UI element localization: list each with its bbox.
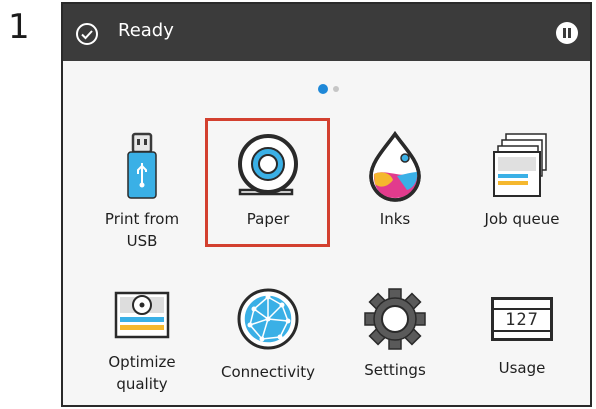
tile-print-from-usb[interactable]: Print from USB: [78, 130, 206, 252]
label-line: Job queue: [484, 210, 560, 228]
page-dot-inactive[interactable]: [333, 86, 339, 92]
ink-drop-icon: [369, 130, 421, 202]
label-line: Paper: [246, 210, 290, 228]
step-number: 1: [8, 7, 30, 47]
label-line: Settings: [364, 361, 426, 379]
globe-network-icon: [237, 288, 299, 350]
counter-icon: 127: [491, 297, 553, 341]
tile-label: Optimize quality: [78, 351, 206, 395]
check-circle-icon: [76, 23, 98, 45]
tile-connectivity[interactable]: Connectivity: [204, 287, 332, 383]
tile-label: Connectivity: [204, 361, 332, 383]
label-line: Optimize quality: [108, 353, 176, 393]
tile-paper[interactable]: Paper: [204, 130, 332, 230]
tile-usage[interactable]: 127 Usage: [458, 287, 586, 379]
job-queue-icon: [493, 133, 547, 197]
status-bar: Ready: [63, 4, 590, 61]
label-line: Usage: [498, 359, 546, 377]
label-line: Inks: [379, 210, 411, 228]
gear-icon: [364, 288, 426, 350]
usb-drive-icon: [127, 132, 157, 199]
tile-optimize-quality[interactable]: Optimize quality: [78, 287, 206, 395]
tile-label: Settings: [331, 359, 459, 381]
tile-job-queue[interactable]: Job queue: [458, 130, 586, 230]
pause-button[interactable]: [556, 22, 578, 44]
tile-inks[interactable]: Inks: [331, 130, 459, 230]
status-text: Ready: [118, 20, 174, 41]
optimize-quality-icon: [114, 291, 170, 339]
tile-label: Job queue: [458, 208, 586, 230]
paper-roll-icon: [238, 134, 298, 196]
tile-label: Print from USB: [78, 208, 206, 252]
label-line: Print from USB: [104, 210, 180, 250]
tile-label: Usage: [458, 357, 586, 379]
tile-label: Paper: [204, 208, 332, 230]
counter-text: 127: [494, 308, 550, 332]
tile-settings[interactable]: Settings: [331, 287, 459, 381]
tile-label: Inks: [331, 208, 459, 230]
printer-control-panel: Ready Print from USB Paper Inks Job queu…: [61, 2, 592, 407]
label-line: Connectivity: [221, 363, 315, 381]
page-dot-active[interactable]: [318, 84, 328, 94]
